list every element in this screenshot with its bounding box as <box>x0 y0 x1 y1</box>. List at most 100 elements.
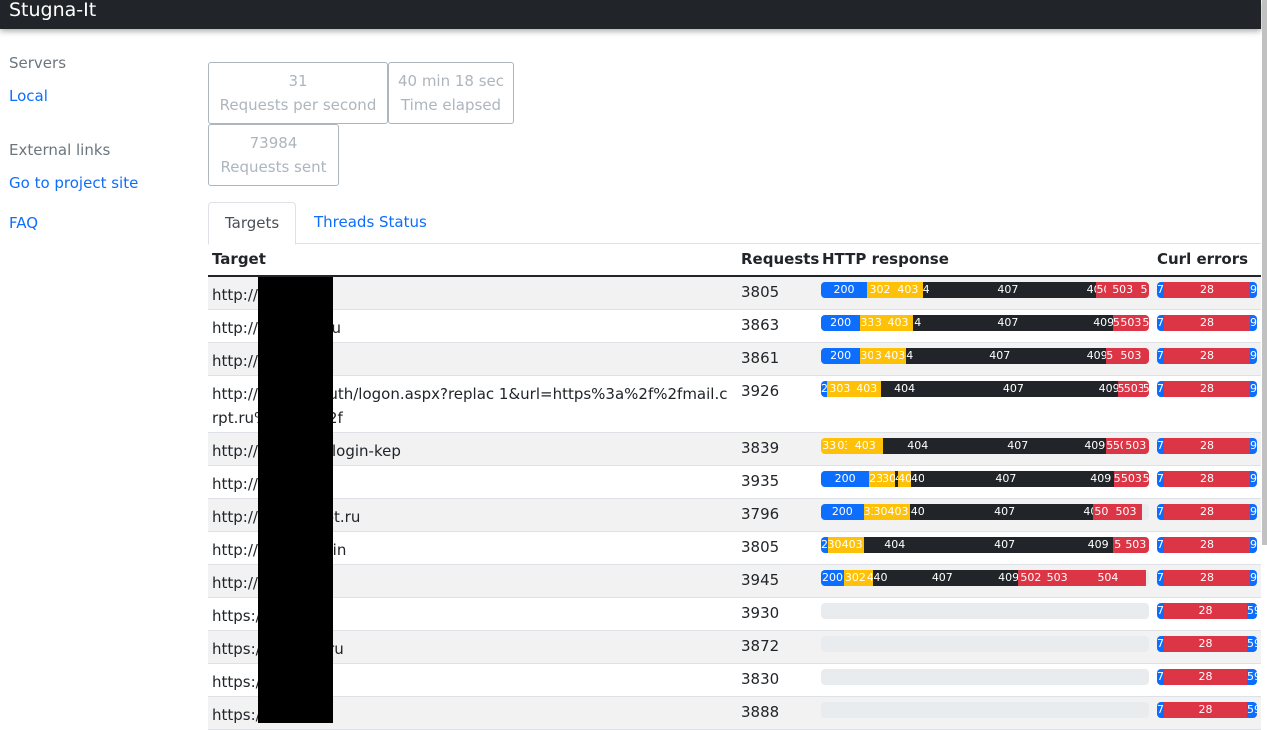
http-status-segment: 50 <box>1112 438 1123 454</box>
request-count: 3930 <box>741 604 780 622</box>
brand-title[interactable]: Stugna-It <box>9 0 96 21</box>
curl-error-segment: 7 <box>1157 702 1164 718</box>
http-response-bar: 3303403404407409550503 <box>821 438 1149 454</box>
http-status-segment: 200 <box>821 315 861 331</box>
curl-error-segment: 28 <box>1164 438 1250 454</box>
request-count: 3872 <box>741 637 780 655</box>
http-status-segment: 302 <box>866 282 894 298</box>
server-local-link[interactable]: Local <box>9 87 48 105</box>
curl-error-segment: 9 <box>1250 348 1257 364</box>
curl-errors-bar: 72859 <box>1157 669 1257 685</box>
http-status-segment: 409 <box>1083 537 1113 553</box>
curl-error-segment: 28 <box>1164 348 1250 364</box>
http-status-segment: 40 <box>911 471 924 487</box>
table-row: https:/ .crpt.ru393072859 <box>208 598 1261 631</box>
curl-error-segment: 28 <box>1164 603 1247 619</box>
http-status-segment: 407 <box>923 471 1088 487</box>
http-status-segment: 503 <box>1109 504 1143 520</box>
http-status-segment: 5 <box>1142 471 1149 487</box>
http-response-bar: 200302403440740505035 <box>821 282 1149 298</box>
http-status-segment: 409 <box>998 570 1018 586</box>
curl-error-segment: 9 <box>1250 315 1257 331</box>
table-row: http:// ru/owa/auth/logon.aspx?replac 1&… <box>208 376 1261 433</box>
http-status-segment: 302 <box>843 570 867 586</box>
http-status-segment: 503 <box>1122 438 1149 454</box>
http-response-bar <box>821 603 1149 619</box>
http-status-segment: 407 <box>925 504 1084 520</box>
http-status-segment: 50 <box>1093 504 1110 520</box>
curl-error-segment: 7 <box>1157 603 1164 619</box>
http-response-bar <box>821 702 1149 718</box>
header-requests: Requests <box>741 250 820 268</box>
curl-errors-bar: 7 28 9 <box>1157 282 1257 298</box>
http-status-segment: 403 <box>847 438 884 454</box>
curl-error-segment: 28 <box>1164 570 1250 586</box>
redaction-block <box>258 277 333 723</box>
http-status-segment: 303 <box>827 381 853 397</box>
servers-heading: Servers <box>9 54 67 72</box>
http-status-segment: 503 <box>1112 348 1149 364</box>
http-status-segment: 33 <box>860 315 874 331</box>
http-status-segment: 407 <box>912 348 1087 364</box>
http-response-bar: 2003330403404074050503 <box>821 504 1149 520</box>
http-status-segment: 200 <box>821 282 867 298</box>
http-status-segment: 30 <box>860 348 874 364</box>
request-count: 3805 <box>741 283 780 301</box>
http-status-segment: 30 <box>827 537 841 553</box>
table-header: Target Requests HTTP response Curl error… <box>208 244 1261 277</box>
http-status-segment: 50 <box>1096 282 1107 298</box>
curl-errors-bar: 7 28 9 <box>1157 570 1257 586</box>
curl-error-segment: 7 <box>1157 381 1164 397</box>
http-status-segment: 503 <box>1123 381 1143 397</box>
request-count: 3861 <box>741 349 780 367</box>
curl-error-segment: 7 <box>1157 315 1164 331</box>
curl-error-segment: 9 <box>1250 504 1257 520</box>
http-status-segment: 5 <box>1142 315 1149 331</box>
curl-errors-bar: 7 28 9 <box>1157 381 1257 397</box>
curl-error-segment: 7 <box>1157 471 1164 487</box>
http-status-segment: 503 <box>1119 315 1143 331</box>
header-http-response: HTTP response <box>822 250 949 268</box>
http-status-segment: 40 <box>1083 504 1094 520</box>
curl-errors-bar: 7 28 9 <box>1157 315 1257 331</box>
request-count: 3805 <box>741 538 780 556</box>
targets-table: Target Requests HTTP response Curl error… <box>208 244 1261 730</box>
curl-error-segment: 59 <box>1247 669 1257 685</box>
curl-error-segment: 7 <box>1157 537 1164 553</box>
curl-error-segment: 59 <box>1247 603 1257 619</box>
http-response-bar: 200303403440740950503 <box>821 348 1149 364</box>
curl-error-segment: 28 <box>1164 282 1250 298</box>
http-status-segment: 200 <box>821 504 864 520</box>
curl-error-segment: 9 <box>1250 381 1257 397</box>
requests-sent-card: 73984 Requests sent <box>208 124 339 186</box>
http-status-segment: 403 <box>886 504 910 520</box>
curl-error-segment: 28 <box>1164 636 1247 652</box>
requests-per-second-card: 31 Requests per second <box>208 62 388 124</box>
tab-threads-status[interactable]: Threads Status <box>298 202 443 244</box>
tab-targets[interactable]: Targets <box>208 202 297 245</box>
http-status-segment: 40 <box>873 570 887 586</box>
faq-link[interactable]: FAQ <box>9 214 38 232</box>
top-navbar: Stugna-It <box>0 0 1261 29</box>
curl-errors-bar: 72859 <box>1157 603 1257 619</box>
http-response-bar <box>821 669 1149 685</box>
header-curl-errors: Curl errors <box>1157 250 1249 268</box>
project-site-link[interactable]: Go to project site <box>9 174 138 192</box>
curl-errors-bar: 7 28 9 <box>1157 438 1257 454</box>
http-status-segment: 4 <box>912 315 923 331</box>
http-status-segment: 503 <box>1122 537 1149 553</box>
http-status-segment: 200 <box>821 348 861 364</box>
request-count: 3839 <box>741 439 780 457</box>
http-status-segment: 503 <box>1106 282 1140 298</box>
http-status-segment: 503 <box>1043 570 1071 586</box>
scrollbar[interactable] <box>1262 0 1267 545</box>
http-status-segment: 409 <box>1087 471 1114 487</box>
curl-error-segment: 7 <box>1157 348 1164 364</box>
http-status-segment: 30 <box>873 504 887 520</box>
http-response-bar: 2 30 403 404 407 409 5 503 <box>821 537 1149 553</box>
curl-error-segment: 28 <box>1164 537 1250 553</box>
http-status-segment: 403 <box>840 537 864 553</box>
http-status-segment: 403 <box>893 282 923 298</box>
table-row: https:/ dlp.crpt.ru387272859 <box>208 631 1261 664</box>
http-status-segment: 407 <box>886 570 999 586</box>
